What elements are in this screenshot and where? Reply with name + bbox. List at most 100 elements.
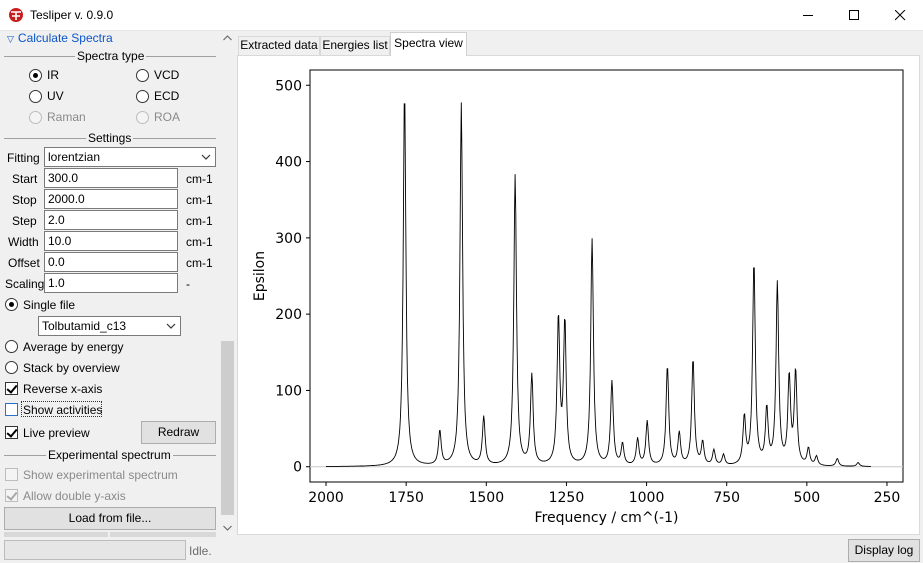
- calculate-spectra-toggle[interactable]: ▽ Calculate Spectra: [7, 31, 113, 45]
- experimental-spectrum-title: Experimental spectrum: [46, 448, 173, 462]
- ecd-radio[interactable]: [136, 90, 149, 103]
- title-bar: Tesliper v. 0.9.0: [0, 0, 923, 31]
- vcd-label: VCD: [154, 68, 180, 82]
- axes-frame: [309, 69, 904, 483]
- spectrum-chart: 0 100 200 300 400 500 2000 1750 1500 1250 1000 750 5…: [252, 69, 904, 526]
- y-tick-label: 0: [293, 460, 302, 476]
- offset-label: Offset: [8, 256, 40, 270]
- stack-by-overview-label: Stack by overview: [23, 361, 120, 375]
- tab-extracted-data[interactable]: Extracted data: [238, 36, 320, 55]
- scaling-unit: -: [186, 277, 190, 291]
- ecd-label: ECD: [154, 89, 180, 103]
- x-axis-label: Frequency / cm^(-1): [535, 510, 679, 526]
- app-logo-icon: [8, 7, 24, 23]
- status-text: Idle.: [189, 544, 212, 558]
- x-tick-label: 500: [793, 490, 820, 506]
- fitting-value: lorentzian: [48, 150, 101, 164]
- collapse-triangle-icon: ▽: [7, 34, 14, 44]
- show-activities-label: Show activities: [23, 403, 103, 417]
- roa-label: ROA: [154, 110, 181, 124]
- chevron-down-icon: [201, 151, 211, 165]
- scaling-label: Scaling: [5, 277, 45, 291]
- scrollbar-thumb[interactable]: [221, 341, 234, 515]
- single-file-label: Single file: [23, 298, 76, 312]
- live-preview-checkbox[interactable]: [5, 426, 18, 439]
- show-experimental-label: Show experimental spectrum: [23, 468, 178, 482]
- stop-label: Stop: [12, 193, 37, 207]
- step-unit: cm-1: [186, 214, 213, 228]
- scaling-input[interactable]: 1.0: [44, 273, 178, 293]
- file-select[interactable]: Tolbutamid_c13: [38, 316, 181, 336]
- stop-input[interactable]: 2000.0: [44, 189, 178, 209]
- reverse-x-axis-checkbox[interactable]: [5, 382, 18, 395]
- stack-by-overview-radio[interactable]: [5, 361, 18, 374]
- allow-double-y-axis-checkbox[interactable]: [5, 489, 18, 502]
- fitting-select[interactable]: lorentzian: [44, 147, 216, 167]
- uv-radio[interactable]: [29, 90, 42, 103]
- y-axis-label: Epsilon: [252, 251, 268, 301]
- start-label: Start: [12, 172, 38, 186]
- spectra-type-title: Spectra type: [75, 49, 147, 63]
- roa-radio[interactable]: [136, 111, 149, 124]
- average-by-energy-label: Average by energy: [23, 340, 124, 354]
- x-tick-label: 1000: [629, 490, 665, 506]
- x-tick-label: 1750: [388, 490, 424, 506]
- step-input[interactable]: 2.0: [44, 210, 178, 230]
- tab-spectra-view[interactable]: Spectra view: [390, 32, 467, 56]
- width-label: Width: [8, 235, 39, 249]
- ir-radio[interactable]: [29, 69, 42, 82]
- step-label: Step: [12, 214, 37, 228]
- maximize-button[interactable]: [831, 0, 877, 30]
- y-tick-label: 100: [275, 383, 302, 399]
- offset-input[interactable]: 0.0: [44, 252, 178, 272]
- settings-title: Settings: [86, 131, 134, 145]
- left-panel: ▽ Calculate Spectra Spectra type IR VCD U…: [0, 31, 236, 537]
- uv-label: UV: [47, 89, 64, 103]
- show-activities-checkbox[interactable]: [5, 403, 18, 416]
- minimize-icon: [803, 15, 813, 16]
- width-input[interactable]: 10.0: [44, 231, 178, 251]
- load-from-file-button[interactable]: Load from file...: [4, 507, 216, 530]
- file-select-value: Tolbutamid_c13: [42, 319, 127, 333]
- spectrum-line: [325, 102, 871, 467]
- close-icon: [895, 10, 906, 21]
- x-tick-label: 750: [713, 490, 740, 506]
- redraw-button[interactable]: Redraw: [141, 421, 216, 444]
- width-unit: cm-1: [186, 235, 213, 249]
- single-file-radio[interactable]: [5, 298, 18, 311]
- raman-radio[interactable]: [29, 111, 42, 124]
- stop-unit: cm-1: [186, 193, 213, 207]
- start-unit: cm-1: [186, 172, 213, 186]
- close-button[interactable]: [877, 0, 923, 30]
- maximize-icon: [849, 10, 859, 20]
- y-tick-label: 300: [275, 231, 302, 247]
- average-by-energy-radio[interactable]: [5, 340, 18, 353]
- start-input[interactable]: 300.0: [44, 168, 178, 188]
- reverse-x-axis-label: Reverse x-axis: [23, 382, 103, 396]
- x-tick-label: 1500: [468, 490, 504, 506]
- offset-unit: cm-1: [186, 256, 213, 270]
- scroll-up-icon[interactable]: [223, 35, 232, 41]
- window-title: Tesliper v. 0.9.0: [30, 8, 114, 22]
- y-tick-label: 200: [275, 307, 302, 323]
- x-tick-label: 250: [874, 490, 901, 506]
- live-preview-label: Live preview: [23, 426, 90, 440]
- vcd-radio[interactable]: [136, 69, 149, 82]
- show-experimental-checkbox[interactable]: [5, 468, 18, 481]
- progress-bar: [4, 540, 186, 560]
- display-log-button[interactable]: Display log: [848, 539, 920, 562]
- x-tick-label: 2000: [308, 490, 344, 506]
- minimize-button[interactable]: [785, 0, 831, 30]
- calculate-spectra-label: Calculate Spectra: [17, 31, 113, 45]
- x-tick-label: 1250: [549, 490, 585, 506]
- fitting-label: Fitting: [7, 151, 40, 165]
- allow-double-y-axis-label: Allow double y-axis: [23, 489, 126, 503]
- spectra-view-panel: 0 100 200 300 400 500 2000 1750 1500 1250 1000 750 5…: [237, 55, 920, 535]
- tab-energies-list[interactable]: Energies list: [320, 36, 390, 55]
- y-tick-label: 500: [275, 78, 302, 94]
- scroll-down-icon[interactable]: [223, 525, 232, 531]
- ir-label: IR: [47, 68, 59, 82]
- y-tick-label: 400: [275, 155, 302, 171]
- left-panel-scrollbar[interactable]: [219, 31, 236, 537]
- raman-label: Raman: [47, 110, 86, 124]
